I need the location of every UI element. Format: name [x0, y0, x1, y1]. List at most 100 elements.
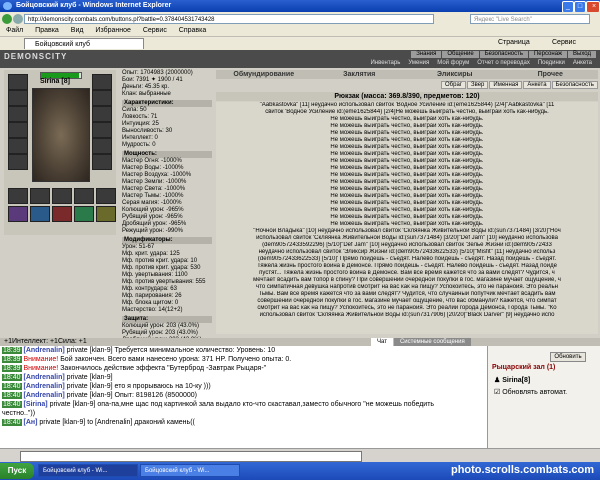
backpack-area: "Aabkastovka" [11] неудачно использовал …: [216, 102, 598, 334]
chat-line: 18:40 [Andrenalin] private [klan-9]: [0, 373, 487, 382]
chat-time[interactable]: 18:40: [2, 419, 22, 426]
slot-amulet[interactable]: [8, 106, 28, 122]
tab-other[interactable]: Прочее: [503, 70, 599, 79]
slot-rune-5[interactable]: [96, 206, 116, 222]
room-user[interactable]: ♟ Sirina[8]: [494, 376, 530, 384]
menu-help[interactable]: Справка: [179, 27, 206, 34]
address-field[interactable]: http://demonscity.combats.com/buttons.pl…: [24, 14, 434, 24]
browser-tab[interactable]: Бойцовский клуб: [24, 38, 144, 49]
chat-text: private [klan-9] to [Andrenalin] дракони…: [39, 419, 195, 426]
forward-icon[interactable]: [13, 14, 23, 24]
slot-extra-3[interactable]: [52, 188, 72, 204]
log-line: (dem90572433622533) [5/10]' Прямо пойдеш…: [257, 256, 557, 262]
tab-elixirs[interactable]: Эликсиры: [407, 70, 503, 79]
chat-nick[interactable]: [Andrenalin]: [23, 392, 64, 399]
search-input[interactable]: Яндекс "Live Search": [470, 14, 590, 24]
menu-character[interactable]: Персонаж: [528, 51, 568, 58]
slot-weapon[interactable]: [8, 122, 28, 138]
chat-nick[interactable]: [Andrenalin]: [23, 347, 64, 354]
chat-input-row: [0, 448, 600, 463]
small-tab-0[interactable]: Обраг: [441, 81, 466, 89]
small-tab-2[interactable]: Именная: [489, 81, 523, 89]
slot-extra-1[interactable]: [8, 188, 28, 204]
tab-chat[interactable]: Чат: [371, 338, 393, 346]
chat-text: private [klan-9] ето я прорываюсь на 10-…: [66, 383, 211, 390]
submenu-forum[interactable]: Мой форум: [433, 59, 473, 67]
submenu-battles[interactable]: Поединки: [534, 59, 569, 67]
room-title: Рыцарский зал (1): [492, 364, 556, 371]
chat-text: private [klan-9] Требуется минимальное к…: [66, 347, 276, 354]
auto-update-row[interactable]: ☑ Обновлять автомат.: [494, 388, 567, 396]
chat-text: Закончилось действие эффекта "Бутерброд …: [60, 365, 267, 372]
chat-nick[interactable]: Внимание!: [23, 365, 58, 372]
submenu-inventory[interactable]: Инвентарь: [366, 59, 404, 67]
mods-item: Мф. крит. удара: 125: [122, 251, 180, 257]
refresh-button[interactable]: Обновить: [550, 352, 586, 362]
chat-time[interactable]: 18:39: [2, 356, 22, 363]
submenu-skills[interactable]: Умения: [404, 59, 433, 67]
taskbar-item-1[interactable]: Бойцовский клуб - Wi...: [38, 464, 138, 477]
slot-extra-2[interactable]: [30, 188, 50, 204]
slot-armor[interactable]: [8, 138, 28, 154]
slot-extra-5[interactable]: [96, 188, 116, 204]
attrs-item: Интуиция: 25: [122, 121, 159, 127]
menu-file[interactable]: Файл: [6, 27, 23, 34]
slot-boots[interactable]: [92, 154, 112, 170]
menu-view[interactable]: Вид: [71, 27, 84, 34]
character-name[interactable]: Sirina [8]: [40, 78, 70, 85]
small-tab-4[interactable]: Безопасность: [551, 81, 598, 89]
chat-input[interactable]: [20, 451, 362, 462]
slot-shield[interactable]: [92, 106, 112, 122]
chat-time[interactable]: 18:39: [2, 347, 22, 354]
taskbar-item-2[interactable]: Бойцовский клуб - Wi...: [140, 464, 240, 477]
powers-item: Мастер Огня: -1000%: [122, 158, 182, 164]
window-titlebar: Бойцовский клуб - Windows Internet Explo…: [0, 0, 600, 13]
slot-bracers[interactable]: [92, 74, 112, 90]
inventory-tabs: Обмундирование Заклятия Эликсиры Прочее: [216, 70, 598, 79]
slot-gloves[interactable]: [92, 90, 112, 106]
slot-earrings[interactable]: [8, 90, 28, 106]
slot-rune-1[interactable]: [8, 206, 28, 222]
tab-system-messages[interactable]: Системные сообщения: [393, 338, 471, 346]
slot-ring-2[interactable]: [92, 138, 112, 154]
chat-nick[interactable]: [Ан]: [23, 419, 37, 426]
chat-nick[interactable]: [Sirina]: [23, 401, 47, 408]
chat-nick[interactable]: [Andrenalin]: [23, 383, 64, 390]
submenu-profile[interactable]: Анкета: [569, 59, 596, 67]
slot-belt[interactable]: [8, 154, 28, 170]
slot-helmet[interactable]: [8, 74, 28, 90]
slot-extra-4[interactable]: [74, 188, 94, 204]
log-line: использовал свиток 'Скляянка Живительной…: [259, 312, 555, 318]
small-tab-1[interactable]: Звер: [466, 81, 489, 89]
chat-time[interactable]: 18:39: [2, 365, 22, 372]
service-menu-button[interactable]: Сервис: [552, 39, 576, 46]
menu-favorites[interactable]: Избранное: [95, 27, 130, 34]
chat-time[interactable]: 18:40: [2, 383, 22, 390]
slot-rune-2[interactable]: [30, 206, 50, 222]
chat-nick[interactable]: Внимание!: [23, 356, 58, 363]
chat-time[interactable]: 18:40: [2, 374, 22, 381]
start-button[interactable]: Пуск: [0, 463, 34, 479]
room-panel: Обновить Рыцарский зал (1) ♟ Sirina[8] ☑…: [488, 346, 600, 448]
slot-rune-3[interactable]: [52, 206, 72, 222]
tab-spells[interactable]: Заклятия: [312, 70, 408, 79]
slot-rune-4[interactable]: [74, 206, 94, 222]
menu-chat[interactable]: Общение: [442, 51, 479, 58]
auto-update-checkbox[interactable]: ☑: [494, 389, 502, 396]
menu-edit[interactable]: Правка: [35, 27, 59, 34]
powers-item: Колющий урон: -965%: [122, 207, 184, 213]
menu-security[interactable]: Безопасность: [479, 51, 528, 58]
tab-equipment[interactable]: Обмундирование: [216, 70, 312, 79]
menu-exit[interactable]: Выход: [568, 51, 596, 58]
small-tab-3[interactable]: Анкета: [523, 81, 551, 89]
chat-nick[interactable]: [Andrenalin]: [23, 374, 64, 381]
menu-knowledge[interactable]: Знания: [411, 51, 442, 58]
menu-tools[interactable]: Сервис: [143, 27, 167, 34]
page-menu-button[interactable]: Страница: [498, 39, 530, 46]
slot-ring-1[interactable]: [92, 122, 112, 138]
back-icon[interactable]: [2, 14, 12, 24]
chat-time[interactable]: 18:40: [2, 401, 22, 408]
mods-item: Мастерство: 14(12+2): [122, 307, 183, 313]
chat-time[interactable]: 18:40: [2, 392, 22, 399]
submenu-transfers[interactable]: Отчет о переводах: [473, 59, 534, 67]
